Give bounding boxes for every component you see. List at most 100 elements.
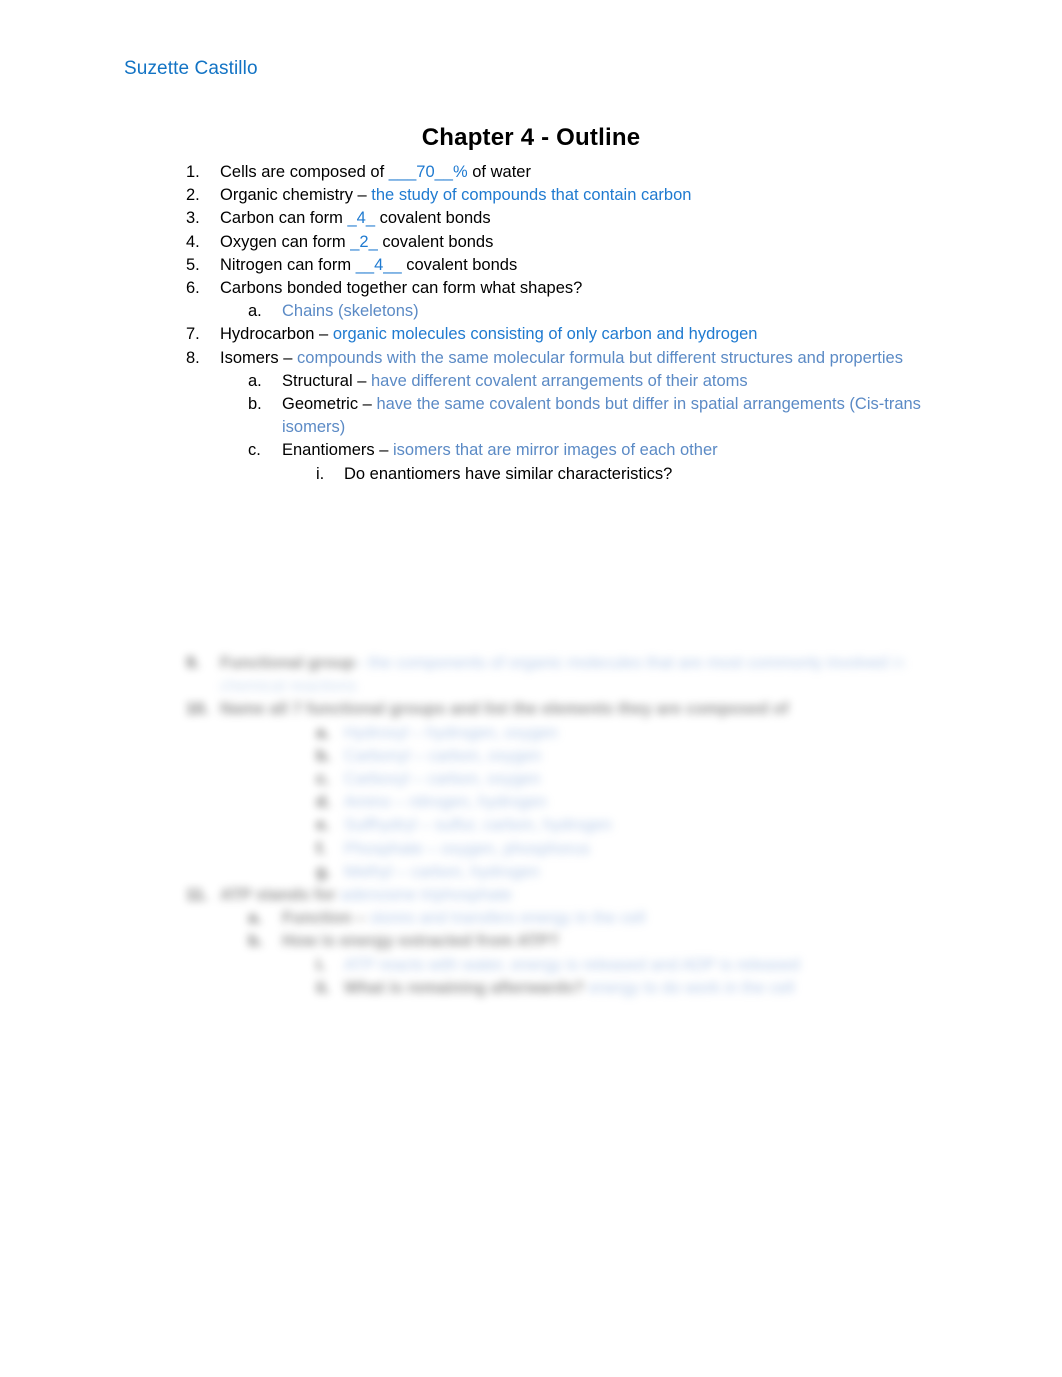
outline-answer: Chains (skeletons)	[282, 302, 419, 321]
outline-answer: have different covalent arrangements of …	[370, 371, 748, 390]
obscured-prompt: Name all 7 functional groups and list th…	[220, 700, 789, 719]
outline-prompt: Do enantiomers have similar characterist…	[344, 464, 673, 483]
obscured-answer: adenosine triphosphate	[335, 886, 512, 905]
obscured-outline-item: b. How is energy extracted from ATP?	[186, 930, 934, 953]
obscured-answer: stores and transfers energy in the cell	[365, 909, 646, 928]
list-marker: f.	[316, 839, 327, 858]
outline-item: a. Structural – have different covalent a…	[186, 370, 926, 393]
outline-item: a. Chains (skeletons)	[186, 300, 926, 323]
list-marker: 9.	[186, 654, 200, 672]
outline-prompt: Carbon can form	[220, 209, 348, 228]
obscured-outline-item: b. Carbonyl – carbon, oxygen	[186, 745, 934, 768]
list-marker: 10.	[186, 700, 209, 719]
list-marker: g.	[316, 862, 331, 881]
outline-answer: compounds with the same molecular formul…	[297, 348, 903, 367]
outline-answer: the study of compounds that contain carb…	[371, 186, 692, 205]
obscured-answer-wrap: in chemical reactions	[220, 654, 906, 696]
obscured-answer: Sulfhydryl – sulfur, carbon, hydrogen	[344, 816, 612, 835]
outline-answer: organic molecules consisting of only car…	[332, 325, 758, 344]
outline-list: 1. Cells are composed of ___70__% of wate…	[186, 161, 926, 486]
obscured-outline-item: 11. ATP stands for adenosine triphosphate	[186, 884, 934, 907]
obscured-prompt: Function –	[282, 909, 366, 928]
list-marker: c.	[248, 441, 261, 460]
obscured-outline-item: a. Hydroxyl – hydrogen, oxygen	[186, 722, 934, 745]
obscured-outline-item: 10. Name all 7 functional groups and list…	[186, 698, 934, 721]
outline-prompt: Enantiomers –	[282, 441, 393, 460]
list-marker: b.	[316, 746, 331, 765]
obscured-prompt: What is remaining afterwards?	[344, 978, 585, 997]
outline-item: 1. Cells are composed of ___70__% of wate…	[186, 161, 926, 184]
outline-answer: _2_	[350, 232, 378, 251]
outline-prompt: Geometric –	[282, 395, 377, 414]
list-marker: 7.	[186, 325, 200, 344]
obscured-answer: Phosphate – oxygen, phosphorus	[344, 839, 590, 858]
list-marker: a.	[316, 723, 330, 742]
obscured-outline-item: f. Phosphate – oxygen, phosphorus	[186, 838, 934, 861]
outline-item: 5. Nitrogen can form __4__ covalent bonds	[186, 254, 926, 277]
list-marker: 6.	[186, 279, 200, 298]
list-marker: 5.	[186, 255, 200, 274]
list-marker: ii.	[316, 978, 330, 997]
obscured-outline-section: 9. Functional group– the components of or…	[186, 652, 934, 1000]
list-marker: c.	[316, 770, 330, 789]
document-page: Suzette Castillo Chapter 4 - Outline 1. C…	[0, 0, 1062, 1377]
outline-prompt: Cells are composed of	[220, 163, 389, 181]
outline-suffix: covalent bonds	[401, 255, 518, 274]
outline-prompt: Oxygen can form	[220, 232, 351, 251]
list-marker: a.	[248, 909, 262, 928]
obscured-outline-item: a. Function – stores and transfers energy…	[186, 907, 934, 930]
obscured-prompt: How is energy extracted from ATP?	[282, 932, 559, 951]
outline-answer: have the same covalent bonds but differ …	[282, 395, 921, 437]
obscured-outline-item: d. Amino – nitrogen, hydrogen	[186, 791, 934, 814]
outline-prompt: Hydrocarbon –	[220, 325, 333, 344]
obscured-answer: Methyl – carbon, hydrogen	[344, 862, 540, 881]
outline-item: 2. Organic chemistry – the study of compo…	[186, 184, 926, 207]
author-header: Suzette Castillo	[124, 58, 258, 79]
outline-suffix: covalent bonds	[375, 209, 491, 228]
obscured-outline-item: i. ATP reacts with water, energy is relea…	[186, 954, 934, 977]
outline-prompt: Nitrogen can form	[220, 255, 356, 274]
list-marker: e.	[316, 816, 330, 835]
obscured-answer: ATP reacts with water, energy is release…	[344, 955, 800, 974]
obscured-answer: – the components of organic molecules th…	[354, 654, 888, 672]
obscured-prompt: Functional group	[220, 654, 355, 672]
outline-item: 3. Carbon can form _4_ covalent bonds	[186, 207, 926, 230]
outline-item: 6. Carbons bonded together can form what …	[186, 277, 926, 300]
obscured-answer: Amino – nitrogen, hydrogen	[344, 793, 547, 812]
outline-answer: ___70__%	[388, 163, 468, 181]
outline-item: 8. Isomers – compounds with the same mole…	[186, 347, 926, 370]
obscured-answer: Hydroxyl – hydrogen, oxygen	[344, 723, 558, 742]
list-marker: a.	[248, 371, 262, 390]
obscured-outline-item: c. Carboxyl – carbon, oxygen	[186, 768, 934, 791]
list-marker: i.	[316, 464, 325, 483]
list-marker: 1.	[186, 163, 200, 181]
outline-item: 7. Hydrocarbon – organic molecules consis…	[186, 323, 926, 346]
list-marker: 4.	[186, 232, 200, 251]
outline-prompt: Isomers –	[220, 348, 298, 367]
outline-answer: isomers that are mirror images of each o…	[392, 441, 718, 460]
outline-item: 4. Oxygen can form _2_ covalent bonds	[186, 231, 926, 254]
list-marker: b.	[248, 395, 262, 414]
obscured-prompt: ATP stands for	[220, 886, 336, 905]
obscured-answer: Carbonyl – carbon, oxygen	[344, 746, 542, 765]
obscured-outline-item: 9. Functional group– the components of or…	[186, 652, 934, 698]
list-marker: 2.	[186, 186, 200, 205]
obscured-answer: energy to do work in the cell	[584, 978, 795, 997]
outline-answer: _4_	[347, 209, 376, 228]
list-marker: 11.	[186, 886, 209, 905]
list-marker: a.	[248, 302, 262, 321]
list-marker: d.	[316, 793, 331, 812]
outline-suffix: of water	[467, 163, 531, 181]
obscured-outline-item: e. Sulfhydryl – sulfur, carbon, hydrogen	[186, 814, 934, 837]
obscured-answer: Carboxyl – carbon, oxygen	[344, 770, 541, 789]
outline-suffix: covalent bonds	[377, 232, 494, 251]
list-marker: i.	[316, 955, 326, 974]
list-marker: b.	[248, 932, 263, 951]
outline-prompt: Organic chemistry –	[220, 186, 372, 205]
outline-answer: __4__	[355, 255, 402, 274]
page-title: Chapter 4 - Outline	[421, 124, 641, 151]
obscured-outline-item: ii. What is remaining afterwards? energy …	[186, 977, 934, 1000]
outline-item: i. Do enantiomers have similar characteri…	[186, 463, 926, 486]
obscured-outline-item: g. Methyl – carbon, hydrogen	[186, 861, 934, 884]
outline-item: b. Geometric – have the same covalent bon…	[186, 393, 926, 439]
